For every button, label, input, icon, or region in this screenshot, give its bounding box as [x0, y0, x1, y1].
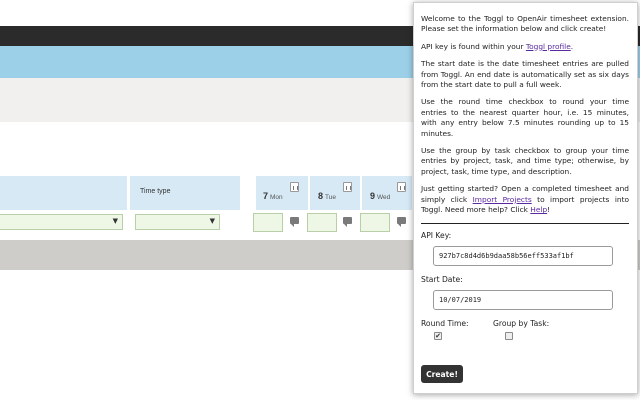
day-header-tue: 8 Tue	[318, 186, 336, 204]
trash-icon[interactable]	[290, 182, 299, 192]
group-by-task-help-text: Use the group by task checkbox to group …	[421, 146, 629, 176]
api-key-input[interactable]	[433, 245, 613, 266]
day-weekday: Wed	[377, 194, 391, 201]
day-number: 8	[318, 191, 324, 201]
start-date-label: Start Date:	[421, 274, 463, 284]
checkbox-labels-row: Round Time: Group by Task:	[421, 319, 629, 328]
day-header-mon: 7 Mon	[263, 186, 283, 204]
time-type-select[interactable]: ▼	[135, 214, 220, 230]
chevron-down-icon: ▼	[209, 217, 215, 225]
start-date-input[interactable]	[433, 289, 613, 310]
round-time-help-text: Use the round time checkbox to round you…	[421, 97, 629, 138]
getting-started-text: Just getting started? Open a completed t…	[421, 184, 629, 215]
hours-input-mon[interactable]	[253, 213, 283, 232]
getting-started-part-3: !	[547, 205, 551, 215]
day-number: 9	[370, 191, 376, 201]
trash-icon[interactable]	[343, 182, 352, 192]
comment-icon[interactable]	[290, 217, 299, 227]
checkbox-row: ✔	[421, 328, 629, 346]
hours-input-wed[interactable]	[360, 213, 390, 232]
start-date-help-text: The start date is the date timesheet ent…	[421, 59, 629, 90]
comment-icon[interactable]	[343, 217, 352, 227]
day-header-wed: 9 Wed	[370, 186, 390, 204]
trash-icon[interactable]	[397, 182, 406, 192]
api-key-help-text: API key is found within your Toggl profi…	[421, 42, 629, 52]
create-button[interactable]: Create!	[421, 365, 463, 383]
api-key-label: API Key:	[421, 230, 452, 240]
column-header-project	[0, 176, 127, 210]
hours-input-tue[interactable]	[307, 213, 337, 232]
divider	[421, 222, 629, 224]
help-link[interactable]: Help	[530, 205, 547, 214]
toggl-profile-link[interactable]: Toggl profile	[526, 42, 571, 51]
intro-text: Welcome to the Toggl to OpenAir timeshee…	[421, 14, 629, 34]
comment-icon[interactable]	[397, 217, 406, 227]
round-time-checkbox[interactable]: ✔	[434, 331, 442, 340]
api-key-help-prefix: API key is found within your	[421, 41, 526, 51]
extension-popup: Welcome to the Toggl to OpenAir timeshee…	[413, 2, 638, 394]
import-projects-link[interactable]: Import Projects	[473, 195, 532, 204]
day-number: 7	[263, 191, 269, 201]
day-weekday: Mon	[270, 194, 283, 201]
group-by-task-label: Group by Task:	[493, 318, 550, 328]
project-select[interactable]: ▼	[0, 214, 123, 230]
chevron-down-icon: ▼	[112, 217, 118, 225]
api-key-help-suffix: .	[570, 41, 574, 51]
time-type-header-label: Time type	[140, 188, 171, 195]
group-by-task-checkbox[interactable]	[505, 331, 513, 340]
day-weekday: Tue	[325, 194, 336, 201]
round-time-label: Round Time:	[421, 318, 469, 328]
